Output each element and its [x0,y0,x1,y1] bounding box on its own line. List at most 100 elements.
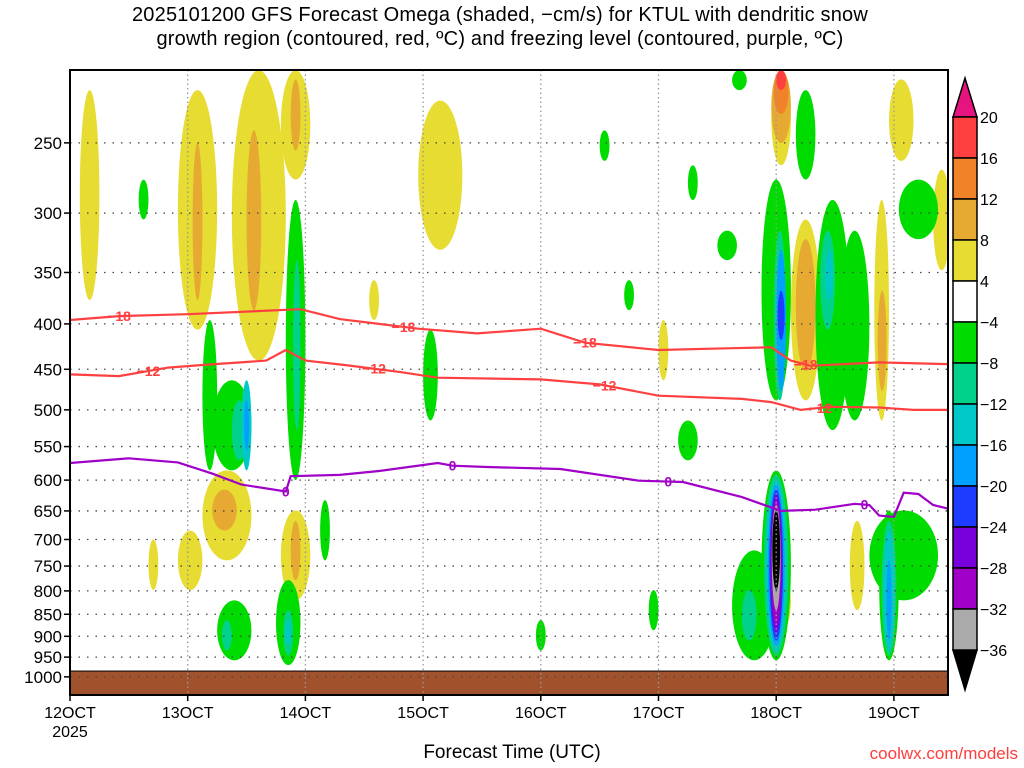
y-tick-label: 300 [34,204,62,223]
omega-shaded-region [148,539,159,590]
x-tick-label: 12OCT [44,705,96,722]
y-tick-label: 900 [34,627,62,646]
colorbar-label: −28 [980,561,1007,578]
colorbar-swatch [952,198,978,241]
x-tick-sublabel: 2025 [52,724,88,741]
x-tick-label: 19OCT [868,705,920,722]
y-tick-label: 600 [34,471,62,490]
omega-shaded-region [599,130,610,161]
contour-label: 0 [861,497,869,513]
colorbar-label: −8 [980,356,998,373]
colorbar-swatch [952,567,978,610]
contour-label: 0 [282,483,290,499]
y-tick-label: 350 [34,263,62,282]
y-tick-label: 700 [34,530,62,549]
contour-label: −12 [137,363,161,379]
colorbar-label: 16 [980,151,998,168]
omega-shaded-region [839,230,870,421]
colorbar-label: −12 [980,397,1007,414]
x-tick-label: 16OCT [515,705,567,722]
y-tick-label: 650 [34,502,62,521]
omega-shaded-region [290,520,301,581]
colorbar-swatch [952,280,978,323]
contour-label: −12 [593,377,617,393]
omega-shaded-region [293,260,301,431]
ground-surface [70,670,948,695]
x-tick-label: 17OCT [633,705,685,722]
omega-shaded-region [79,90,100,301]
omega-shaded-region [888,79,914,161]
x-tick-label: 18OCT [750,705,802,722]
colorbar-label: 20 [980,110,998,127]
contour-label: −18 [107,308,131,324]
contour-label: −12 [362,361,386,377]
colorbar-swatch [952,444,978,487]
omega-shaded-region [290,79,301,151]
y-tick-label: 750 [34,557,62,576]
omega-shaded-region [246,130,262,311]
omega-shaded-region [732,70,747,91]
omega-shaded-region [212,489,237,531]
colorbar-swatch [952,116,978,159]
omega-shaded-region [244,400,250,451]
omega-shaded-region [624,280,634,311]
omega-shaded-region [678,420,698,461]
colorbar-swatch [952,526,978,569]
contour-label: 0 [664,474,672,490]
omega-shaded-region [741,589,757,641]
omega-shaded-region [849,520,865,611]
omega-shaded-region [772,510,781,590]
colorbar-label: −16 [980,438,1007,455]
y-tick-label: 950 [34,648,62,667]
omega-shaded-region [776,70,787,91]
y-tick-label: 550 [34,438,62,457]
colorbar-swatch [952,485,978,528]
colorbar-label: −20 [980,479,1007,496]
contour-line-0 [70,457,948,518]
omega-shaded-region [192,142,203,301]
colorbar-swatch [952,362,978,405]
omega-time-height-chart: −18 −18 −18 −18 −12 −12 −12 −12 0 0 0 0 250 300 350 400… [24,69,1007,741]
colorbar-under-triangle [951,649,979,693]
y-tick-label: 400 [34,315,62,334]
omega-shaded-region [717,230,737,261]
colorbar-label: −36 [980,643,1007,660]
omega-shaded-region [418,100,463,250]
x-tick-label: 14OCT [280,705,332,722]
omega-shaded-region [648,589,659,631]
plot-area: −18 −18 −18 −18 −12 −12 −12 −12 0 0 0 0 [70,70,948,695]
colorbar-label: 4 [980,274,989,291]
y-tick-label: 1000 [24,668,62,687]
omega-shaded-region [777,290,785,340]
contour-label: 0 [449,458,457,474]
colorbar-swatch [952,403,978,446]
omega-shaded-region [285,620,291,645]
contour-label: −18 [573,335,597,351]
omega-shaded-region [222,620,232,651]
credit-link[interactable]: coolwx.com/models [870,744,1018,764]
contour-label: −12 [808,400,832,416]
y-tick-label: 450 [34,360,62,379]
contour-label: −18 [794,357,818,373]
x-tick-label: 15OCT [397,705,449,722]
omega-shaded-region [320,500,330,561]
omega-shaded-region [217,600,252,661]
y-tick-label: 250 [34,134,62,153]
colorbar-swatch [952,157,978,200]
y-tick-label: 850 [34,605,62,624]
omega-shaded-region [687,165,698,201]
omega-shaded-region [795,239,816,371]
colorbar-label: 12 [980,192,998,209]
omega-shaded-region [825,249,833,301]
omega-shaded-region [369,280,379,321]
colorbar-swatch [952,239,978,282]
colorbar-label: 8 [980,233,989,250]
colorbar-label: −32 [980,602,1007,619]
y-tick-label: 800 [34,582,62,601]
contour-label: −18 [392,319,416,335]
colorbar-over-triangle [951,75,979,118]
colorbar-swatch [952,321,978,364]
colorbar-label: −24 [980,520,1007,537]
omega-shaded-region [795,90,816,180]
x-tick-label: 13OCT [162,705,214,722]
